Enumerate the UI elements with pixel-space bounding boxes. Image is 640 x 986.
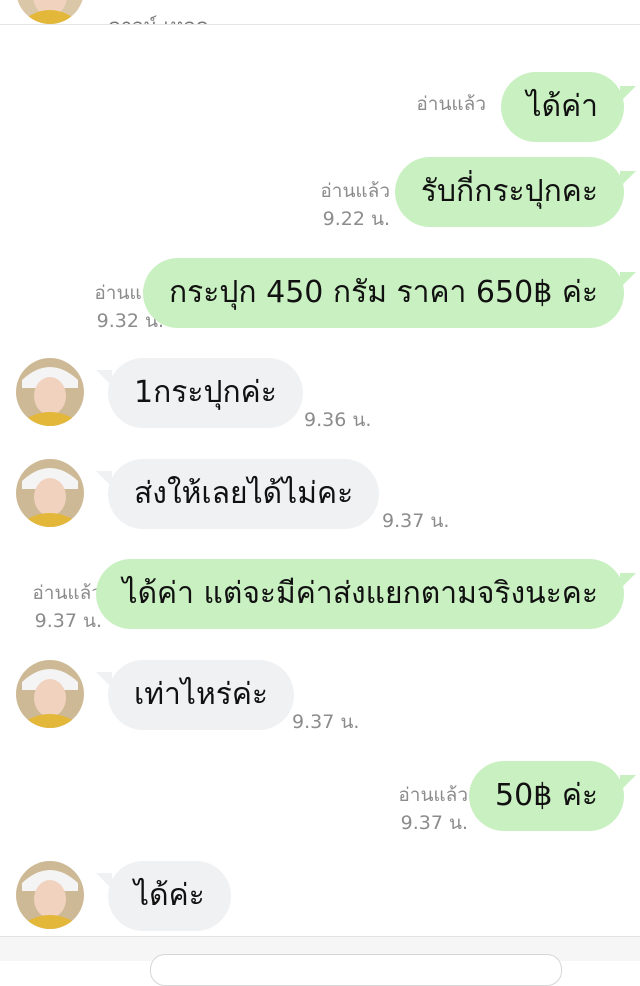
contact-avatar[interactable]: [16, 0, 84, 24]
bubble-tail: [620, 775, 636, 791]
message-bubble-outgoing[interactable]: ได้ค่า: [500, 72, 624, 142]
message-bubble-incoming[interactable]: ส่งให้เลยได้ไม่คะ: [108, 459, 380, 529]
contact-avatar[interactable]: [16, 861, 84, 929]
read-receipt: อ่านแล้ว: [398, 784, 468, 806]
contact-name-text: ดาวน์ เหลด: [108, 10, 209, 24]
timestamp: 9.37 น.: [400, 812, 468, 834]
read-receipt: อ่านแล้ว: [320, 180, 390, 202]
timestamp: 9.37 น.: [382, 510, 450, 532]
timestamp: 9.37 น.: [292, 711, 360, 733]
partial-message-row: ดาวน์ เหลด: [0, 0, 640, 24]
contact-avatar[interactable]: [16, 660, 84, 728]
message-bubble-incoming[interactable]: ได้ค่ะ: [108, 861, 231, 931]
timestamp: 9.37 น.: [34, 610, 102, 632]
message-bubble-outgoing[interactable]: รับกี่กระปุกคะ: [394, 157, 624, 227]
message-bubble-outgoing[interactable]: กระปุก 450 กรัม ราคา 650฿ ค่ะ: [143, 258, 624, 328]
message-bubble-incoming[interactable]: 1กระปุกค่ะ: [108, 358, 303, 428]
message-bubble-incoming[interactable]: เท่าไหร่ค่ะ: [108, 660, 295, 730]
message-input[interactable]: [150, 954, 562, 986]
read-receipt: อ่านแล้ว: [416, 93, 486, 115]
bubble-tail: [620, 573, 636, 589]
contact-avatar[interactable]: [16, 358, 84, 426]
message-bubble-outgoing[interactable]: ได้ค่า แต่จะมีค่าส่งแยกตามจริงนะคะ: [96, 559, 624, 629]
read-receipt: อ่านแล้ว: [32, 582, 102, 604]
timestamp: 9.36 น.: [304, 409, 372, 431]
message-bubble-outgoing[interactable]: 50฿ ค่ะ: [469, 761, 624, 831]
timestamp: 9.22 น.: [322, 208, 390, 230]
contact-avatar[interactable]: [16, 459, 84, 527]
